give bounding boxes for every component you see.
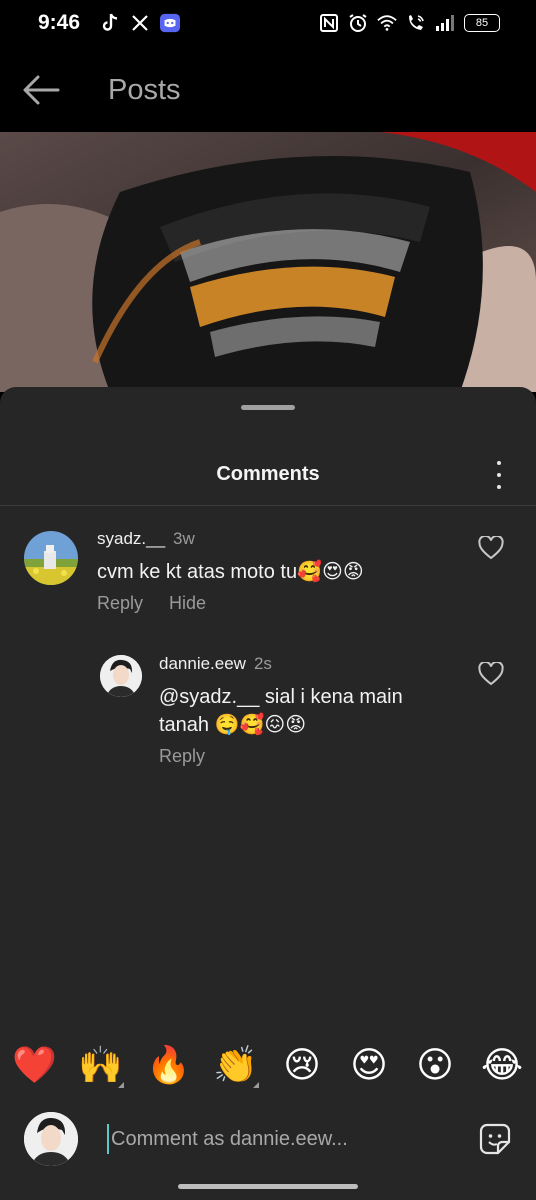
like-button[interactable]	[478, 660, 504, 686]
status-left-icons	[100, 13, 180, 33]
reply-button[interactable]: Reply	[159, 746, 205, 767]
more-dot	[497, 473, 501, 477]
emoji-reaction-raised-hands[interactable]: 🙌	[78, 1044, 123, 1088]
like-button[interactable]	[478, 534, 504, 560]
comment-input-row	[0, 1104, 536, 1176]
avatar-image	[24, 1112, 78, 1166]
status-right-icons: 85	[319, 13, 500, 33]
comment-username[interactable]: dannie.eew	[159, 654, 246, 673]
emoji-reaction-fire[interactable]: 🔥	[146, 1044, 191, 1088]
comment-username[interactable]: syadz.__	[97, 529, 165, 548]
emoji-reaction-heart-eyes[interactable]: 😍	[347, 1044, 391, 1088]
tiktok-icon	[100, 13, 120, 33]
post-image[interactable]	[0, 132, 536, 392]
battery-icon: 85	[464, 14, 500, 32]
arrow-left-icon	[23, 75, 60, 105]
discord-icon	[160, 13, 180, 33]
comment-actions: Reply Hide	[97, 593, 206, 614]
skin-tone-indicator	[253, 1082, 259, 1088]
comment-actions: Reply	[159, 746, 205, 767]
comment-header: syadz.__ 3w	[97, 529, 195, 549]
hide-button[interactable]: Hide	[169, 593, 206, 614]
avatar-image	[24, 531, 78, 585]
my-avatar	[24, 1112, 78, 1166]
home-indicator[interactable]	[178, 1184, 358, 1189]
page-title: Posts	[108, 74, 181, 106]
avatar[interactable]	[24, 531, 78, 585]
heart-icon	[478, 534, 504, 560]
back-button[interactable]	[22, 72, 60, 108]
sheet-title: Comments	[216, 463, 320, 485]
wifi-icon	[377, 13, 397, 33]
sheet-grab-handle[interactable]	[241, 405, 295, 410]
more-dot	[497, 485, 501, 489]
signal-icon	[435, 13, 455, 33]
more-options-button[interactable]	[492, 461, 506, 489]
avatar[interactable]	[100, 655, 142, 697]
comment-time: 2s	[253, 654, 272, 673]
sticker-icon	[479, 1123, 511, 1155]
more-dot	[497, 461, 501, 465]
emoji-reaction-surprised[interactable]: 😮	[413, 1044, 457, 1088]
wifi-calling-icon	[406, 13, 426, 33]
emoji-reaction-bar: ❤️ 🙌 🔥 👏 😢 😍 😮 😂	[0, 1040, 536, 1094]
emoji-reaction-cry[interactable]: 😢	[280, 1044, 324, 1088]
app-header: Posts	[0, 48, 536, 132]
avatar-image	[100, 655, 142, 697]
nfc-icon	[319, 13, 339, 33]
post-photo	[0, 132, 536, 392]
emoji-reaction-heart[interactable]: ❤️	[12, 1044, 57, 1088]
comment-text: cvm ke kt atas moto tu🥰😍😡	[97, 561, 364, 583]
comment-input[interactable]	[107, 1124, 447, 1154]
comment-time: 3w	[173, 529, 195, 548]
comment-header: dannie.eew 2s	[159, 654, 272, 674]
heart-icon	[478, 660, 504, 686]
status-time: 9:46	[38, 11, 81, 34]
emoji-reaction-clap[interactable]: 👏	[213, 1044, 258, 1088]
reply-button[interactable]: Reply	[97, 593, 143, 614]
comment-text-line: @syadz.__ sial i kena main	[159, 686, 403, 708]
alarm-icon	[348, 13, 368, 33]
sticker-button[interactable]	[478, 1122, 512, 1156]
x-icon	[130, 13, 150, 33]
divider	[0, 505, 536, 506]
status-bar: 9:46 85	[0, 0, 536, 48]
comment-text-line: tanah 🤤🥰😖😡	[159, 714, 307, 736]
skin-tone-indicator	[118, 1082, 124, 1088]
emoji-reaction-laugh[interactable]: 😂	[480, 1044, 524, 1088]
